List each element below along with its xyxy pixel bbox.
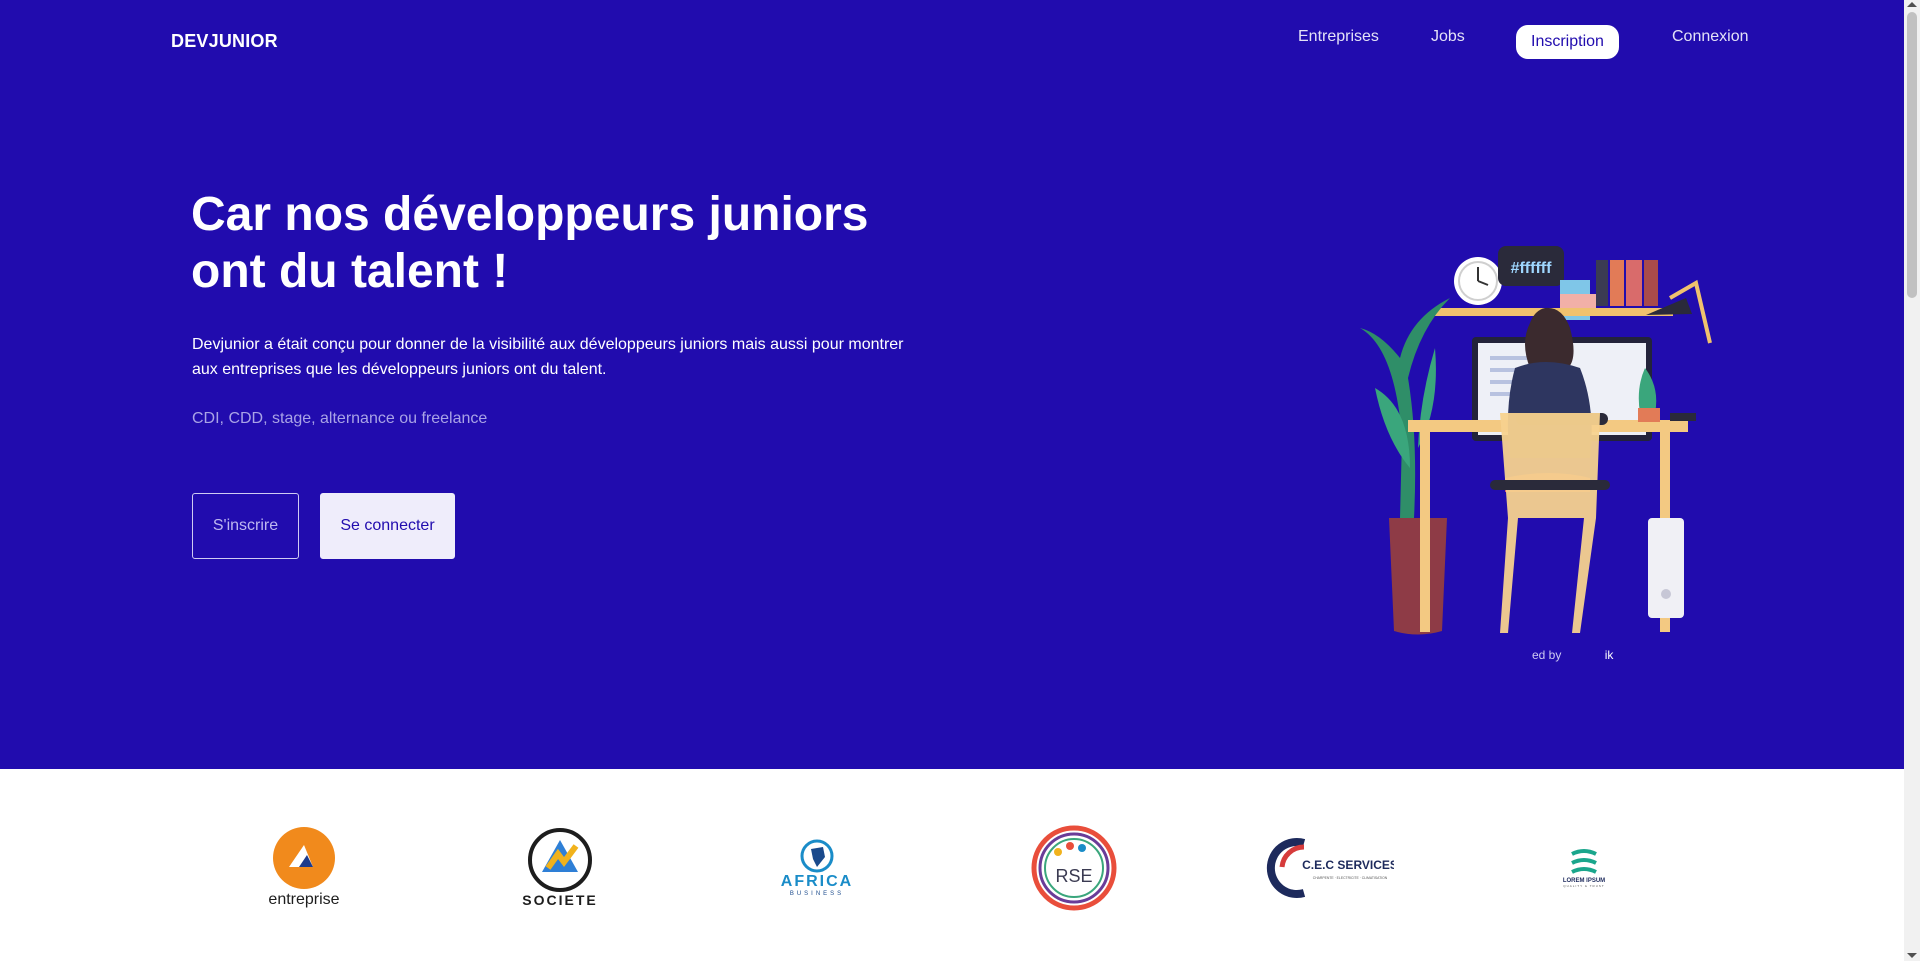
signup-button[interactable]: S'inscrire: [192, 493, 299, 559]
hero-description: Devjunior a était conçu pour donner de l…: [192, 336, 904, 378]
svg-text:C.E.C SERVICES: C.E.C SERVICES: [1302, 858, 1394, 872]
illustration-credit: ed by ik: [1532, 648, 1614, 662]
partner-logo-africa[interactable]: AFRICA BUSINESS: [757, 820, 877, 916]
scroll-down-arrow-icon[interactable]: [1907, 953, 1917, 958]
pc-tower: [1648, 518, 1684, 618]
contract-types: CDI, CDD, stage, alternance ou freelance: [192, 410, 488, 427]
entreprise-logo-icon: [273, 827, 335, 889]
nav-entreprises[interactable]: Entreprises: [1298, 28, 1379, 46]
svg-text:RSE: RSE: [1055, 866, 1092, 886]
developer-desk-illustration: #ffffff: [1360, 246, 1712, 635]
hero-title: Car nos développeurs juniors ont du tale…: [191, 188, 869, 298]
partner-logo-rse[interactable]: RSE: [1014, 820, 1134, 916]
nav-jobs[interactable]: Jobs: [1431, 28, 1465, 46]
partner-logo-entreprise[interactable]: entreprise: [244, 820, 364, 916]
partner-logo-societe[interactable]: SOCIETE: [500, 820, 620, 916]
cec-logo-icon: C.E.C SERVICES CHARPENTE · ELECTRICITE ·…: [1266, 838, 1394, 898]
wave-logo-icon: [1571, 849, 1597, 874]
brand-logo[interactable]: DEVJUNIOR: [171, 31, 278, 52]
rse-logo-icon: RSE: [1031, 825, 1117, 911]
svg-text:#ffffff: #ffffff: [1511, 260, 1553, 277]
nav-connexion[interactable]: Connexion: [1672, 28, 1749, 46]
globe-icon: [800, 839, 834, 873]
societe-logo-icon: [528, 828, 592, 892]
nav-inscription-button[interactable]: Inscription: [1516, 25, 1619, 59]
partner-logo-cec[interactable]: C.E.C SERVICES CHARPENTE · ELECTRICITE ·…: [1264, 820, 1394, 916]
scrollbar-thumb[interactable]: [1907, 12, 1917, 298]
partner-logo-lorem-ipsum[interactable]: LOREM IPSUM QUALITY & TRUST: [1524, 820, 1644, 916]
scroll-up-arrow-icon[interactable]: [1907, 2, 1917, 7]
svg-text:CHARPENTE · ELECTRICITE · CLIM: CHARPENTE · ELECTRICITE · CLIMATISATION: [1313, 876, 1388, 880]
login-button[interactable]: Se connecter: [320, 493, 455, 559]
